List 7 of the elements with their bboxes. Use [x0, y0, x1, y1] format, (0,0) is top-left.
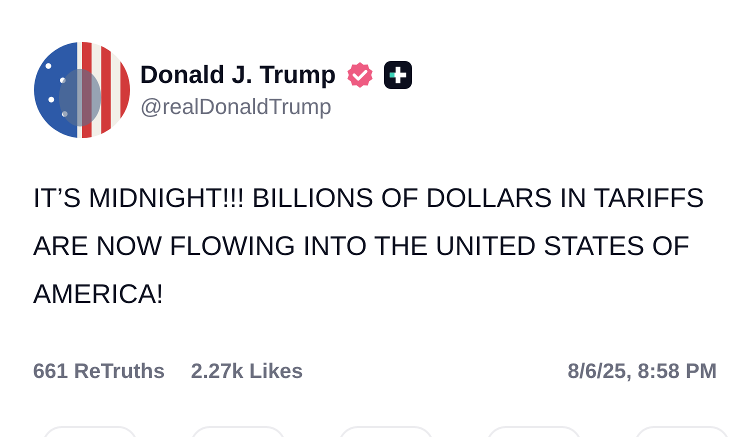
post-text: IT’S MIDNIGHT!!! BILLIONS OF DOLLARS IN TARIFFS ARE NOW FLOWING INTO THE UNITED STATES OF AMERICA! — [33, 182, 706, 311]
plus-app-icon — [384, 61, 412, 89]
stat-count[interactable]: 2.27k Likes — [190, 360, 304, 384]
stat-count[interactable]: 661 ReTruths — [33, 360, 165, 384]
post-timestamp: 8/6/25, 8:58 PM — [568, 360, 717, 384]
author-name: Donald J. Trump — [140, 60, 336, 90]
author-handle: @realDonaldTrump — [140, 94, 332, 120]
